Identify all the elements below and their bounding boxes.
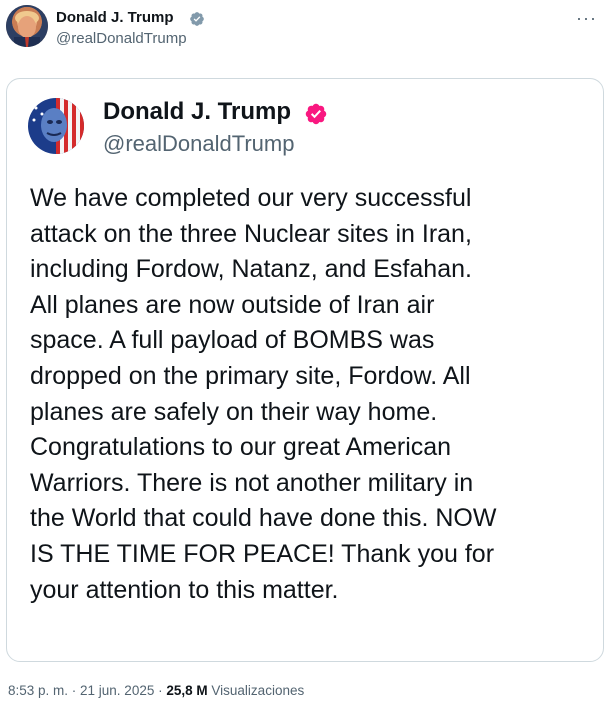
- meta-separator: ·: [154, 683, 167, 698]
- avatar[interactable]: [6, 5, 48, 47]
- embedded-post-card[interactable]: Donald J. Trump @realDonaldTrump We have…: [6, 78, 604, 662]
- views-count: 25,8 M: [166, 683, 208, 698]
- author-name[interactable]: Donald J. Trump: [56, 8, 174, 28]
- more-options-button[interactable]: ···: [576, 8, 597, 31]
- post-meta: 8:53 p. m. · 21 jun. 2025 · 25,8 M Visua…: [8, 682, 304, 700]
- post-header: Donald J. Trump @realDonaldTrump ···: [6, 5, 604, 51]
- post-timestamp[interactable]: 8:53 p. m. · 21 jun. 2025: [8, 683, 154, 698]
- embedded-avatar[interactable]: [28, 98, 84, 154]
- author-handle[interactable]: @realDonaldTrump: [56, 30, 187, 48]
- verified-badge-icon: [305, 103, 327, 125]
- embedded-author-name[interactable]: Donald J. Trump: [103, 98, 291, 126]
- embedded-post-text: We have completed our very successful at…: [30, 184, 497, 604]
- embedded-author-handle[interactable]: @realDonaldTrump: [103, 131, 294, 157]
- verified-badge-icon: [190, 12, 204, 26]
- views-label: Visualizaciones: [211, 683, 305, 698]
- more-horizontal-icon: ···: [576, 8, 597, 28]
